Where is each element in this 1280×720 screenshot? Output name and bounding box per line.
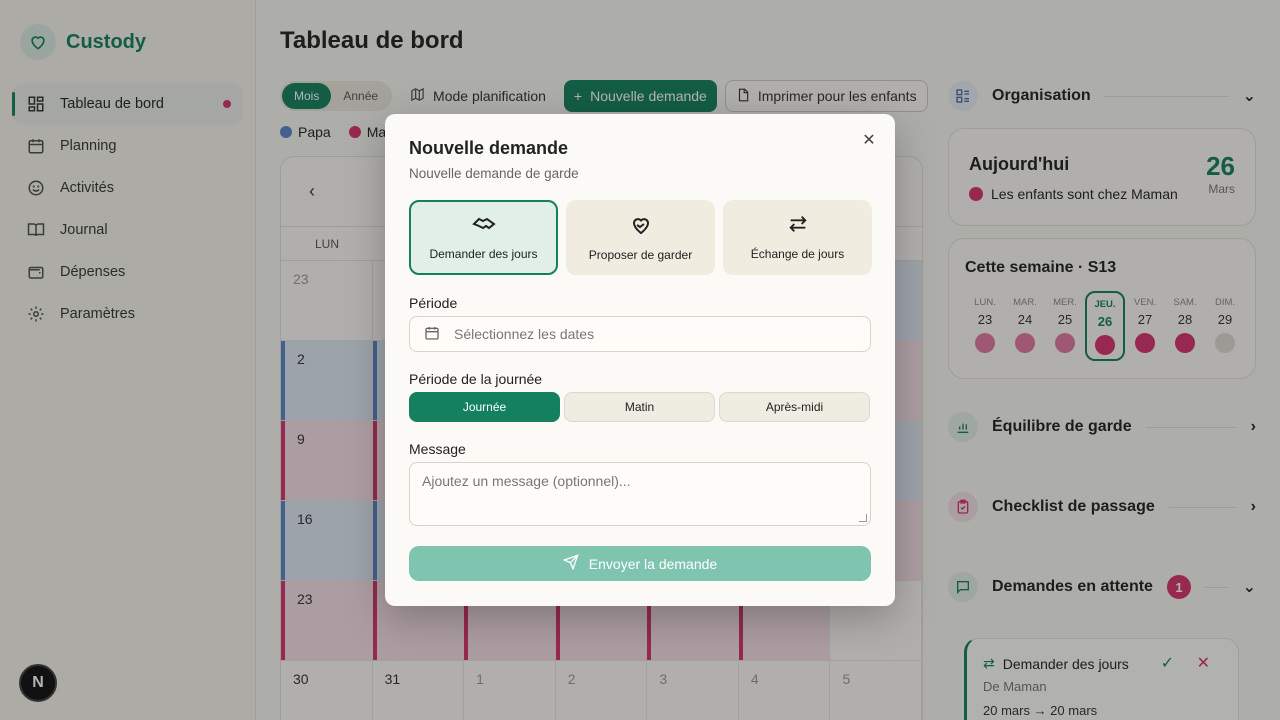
type-label: Proposer de garder <box>588 248 693 262</box>
send-icon <box>562 554 579 573</box>
type-label: Échange de jours <box>750 247 845 261</box>
resize-handle-icon[interactable] <box>859 514 867 522</box>
message-textarea[interactable]: Ajoutez un message (optionnel)... <box>409 462 871 526</box>
message-label: Message <box>409 441 466 457</box>
request-type-options: Demander des jours Proposer de garder Éc… <box>409 200 872 275</box>
dialog-subtitle: Nouvelle demande de garde <box>409 166 579 181</box>
type-request-days[interactable]: Demander des jours <box>409 200 558 275</box>
send-label: Envoyer la demande <box>588 555 718 572</box>
dialog-title: Nouvelle demande <box>409 138 569 158</box>
new-request-dialog: Nouvelle demande Nouvelle demande de gar… <box>385 114 895 606</box>
type-swap-days[interactable]: Échange de jours <box>723 200 872 275</box>
type-offer-care[interactable]: Proposer de garder <box>566 200 715 275</box>
date-placeholder: Sélectionnez les dates <box>454 326 595 342</box>
period-label: Période <box>409 295 458 311</box>
message-placeholder: Ajoutez un message (optionnel)... <box>422 473 631 489</box>
day-period-options: Journée Matin Après-midi <box>409 392 870 422</box>
slot-morning[interactable]: Matin <box>564 392 715 422</box>
heart-handshake-icon <box>629 213 653 238</box>
slot-afternoon[interactable]: Après-midi <box>719 392 870 422</box>
calendar-icon <box>424 325 440 344</box>
close-icon[interactable]: ✕ <box>859 130 879 150</box>
handshake-icon <box>471 214 496 237</box>
day-period-label: Période de la journée <box>409 371 543 387</box>
arrow-left-right-icon <box>787 214 809 237</box>
send-request-button[interactable]: Envoyer la demande <box>409 546 871 581</box>
date-range-picker[interactable]: Sélectionnez les dates <box>409 316 871 352</box>
slot-full-day[interactable]: Journée <box>409 392 560 422</box>
type-label: Demander des jours <box>429 247 538 261</box>
